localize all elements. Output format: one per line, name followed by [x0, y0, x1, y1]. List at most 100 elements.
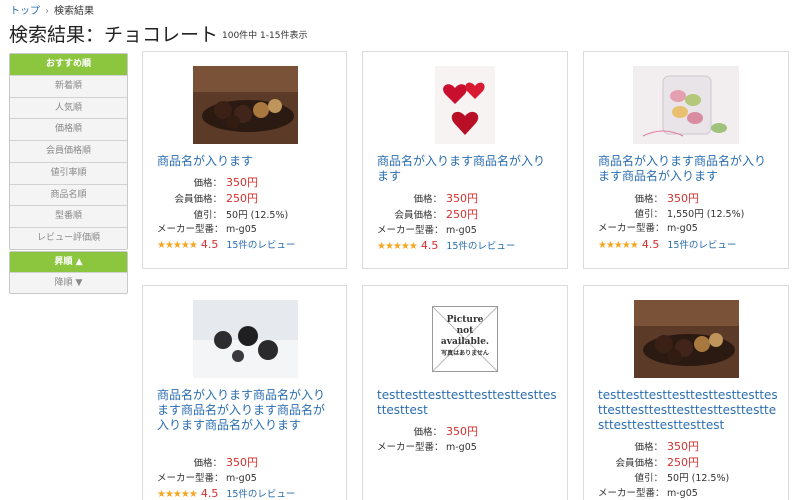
sort-option-newest[interactable]: 新着順 — [10, 75, 127, 98]
maker-row: メーカー型番： m-g05 — [598, 220, 698, 234]
review-count-link[interactable]: 15件のレビュー — [226, 240, 295, 251]
sort-option-discount-rate[interactable]: 値引率順 — [10, 162, 127, 185]
price-label: 価格： — [413, 427, 442, 438]
rating-row: ★★★★★ 4.5 15件のレビュー — [157, 237, 295, 251]
product-name-link[interactable]: 商品名が入ります商品名が入ります商品名が入ります — [598, 154, 776, 184]
chocolate-truffles-image[interactable] — [634, 300, 739, 378]
product-card[interactable]: 商品名が入ります商品名が入ります 価格： 350円 会員価格： 250円 メーカー型… — [362, 51, 568, 269]
discount-label: 値引： — [193, 210, 222, 221]
price-value: 350円 — [226, 176, 258, 189]
price-value: 350円 — [667, 192, 699, 205]
macarons-jar-image[interactable] — [633, 66, 739, 144]
product-card[interactable]: testtesttesttesttesttesttesttesttesttest… — [583, 285, 789, 500]
member-price-label: 会員価格： — [615, 458, 663, 469]
sort-option-review-rating[interactable]: レビュー評価順 — [10, 228, 127, 249]
maker-label: メーカー型番： — [157, 473, 224, 484]
rating-value: 4.5 — [200, 238, 219, 251]
member-price-row: 会員価格： 250円 — [377, 206, 478, 222]
maker-label: メーカー型番： — [157, 224, 224, 235]
breadcrumb-current: 検索結果 — [54, 6, 94, 17]
product-card[interactable]: 商品名が入ります商品名が入ります商品名が入ります商品名が入ります商品名が入ります… — [142, 285, 347, 500]
product-name-link[interactable]: 商品名が入ります — [157, 154, 335, 169]
discount-label: 値引： — [634, 473, 663, 484]
price-row: 価格： 350円 — [377, 190, 478, 206]
review-count-link[interactable]: 15件のレビュー — [667, 240, 736, 251]
sort-menu: おすすめ順 新着順 人気順 価格順 会員価格順 値引率順 商品名順 型番順 レビ… — [9, 53, 128, 250]
product-name-link[interactable]: 商品名が入ります商品名が入ります商品名が入ります商品名が入ります商品名が入ります — [157, 388, 335, 433]
chocolate-truffles-image[interactable] — [193, 66, 298, 144]
maker-row: メーカー型番： m-g05 — [377, 439, 477, 453]
price-label: 価格： — [193, 458, 222, 469]
star-rating-icon: ★★★★★ — [157, 489, 198, 500]
breadcrumb-separator: › — [45, 6, 49, 17]
member-price-value: 250円 — [667, 456, 699, 469]
order-ascending[interactable]: 昇順 ▲ — [10, 252, 127, 273]
discount-row: 値引： 50円 (12.5%) — [598, 470, 729, 484]
rating-row: ★★★★★ 4.5 15件のレビュー — [598, 237, 736, 251]
discount-row: 値引： 50円 (12.5%) — [157, 207, 288, 221]
discount-value: 50円 (12.5%) — [226, 210, 289, 221]
rating-row: ★★★★★ 4.5 15件のレビュー — [157, 486, 295, 500]
sort-option-price[interactable]: 価格順 — [10, 119, 127, 141]
maker-value: m-g05 — [667, 223, 698, 234]
member-price-label: 会員価格： — [394, 210, 442, 221]
product-name-link[interactable]: testtesttesttesttesttesttesttesttesttest… — [598, 388, 778, 433]
member-price-row: 会員価格： 250円 — [598, 454, 699, 470]
star-rating-icon: ★★★★★ — [598, 240, 639, 251]
sort-option-product-name[interactable]: 商品名順 — [10, 184, 127, 207]
discount-row: 値引： 1,550円 (12.5%) — [598, 206, 744, 220]
product-card[interactable]: 商品名が入ります 価格： 350円 会員価格： 250円 値引： 50円 (12.5%… — [142, 51, 347, 269]
breadcrumb-home-link[interactable]: トップ — [10, 6, 40, 17]
discount-value: 50円 (12.5%) — [667, 473, 730, 484]
star-rating-icon: ★★★★★ — [377, 241, 418, 252]
order-descending[interactable]: 降順 ▼ — [10, 273, 127, 293]
sort-option-member-price[interactable]: 会員価格順 — [10, 141, 127, 163]
placeholder-line: not — [456, 326, 474, 336]
discount-label: 値引： — [634, 209, 663, 220]
price-row: 価格： 350円 — [377, 423, 478, 439]
maker-value: m-g05 — [226, 224, 257, 235]
maker-value: m-g05 — [446, 442, 477, 453]
maker-row: メーカー型番： m-g05 — [598, 485, 698, 499]
price-value: 350円 — [226, 456, 258, 469]
member-price-label: 会員価格： — [174, 194, 222, 205]
product-name-link[interactable]: 商品名が入ります商品名が入ります — [377, 154, 555, 184]
product-card[interactable]: Picture not available. 写真はありません testtest… — [362, 285, 568, 500]
maker-label: メーカー型番： — [377, 442, 444, 453]
price-value: 350円 — [446, 192, 478, 205]
member-price-value: 250円 — [446, 208, 478, 221]
discount-value: 1,550円 (12.5%) — [667, 209, 745, 220]
price-label: 価格： — [193, 178, 222, 189]
no-image-placeholder[interactable]: Picture not available. 写真はありません — [432, 306, 498, 372]
maker-label: メーカー型番： — [598, 223, 665, 234]
maker-value: m-g05 — [667, 488, 698, 499]
maker-row: メーカー型番： m-g05 — [157, 470, 257, 484]
result-count: 100件中 1-15件表示 — [222, 31, 308, 41]
rating-value: 4.5 — [641, 238, 660, 251]
price-value: 350円 — [667, 440, 699, 453]
rating-value: 4.5 — [200, 487, 219, 500]
member-price-value: 250円 — [226, 192, 258, 205]
price-value: 350円 — [446, 425, 478, 438]
review-count-link[interactable]: 15件のレビュー — [446, 241, 515, 252]
price-label: 価格： — [413, 194, 442, 205]
review-count-link[interactable]: 15件のレビュー — [226, 489, 295, 500]
maker-label: メーカー型番： — [598, 488, 665, 499]
rating-row: ★★★★★ 4.5 15件のレビュー — [377, 238, 515, 252]
rating-value: 4.5 — [420, 239, 439, 252]
order-menu: 昇順 ▲ 降順 ▼ — [9, 251, 128, 294]
red-heart-chocolates-image[interactable] — [435, 66, 495, 144]
sort-option-popular[interactable]: 人気順 — [10, 97, 127, 120]
maker-row: メーカー型番： m-g05 — [377, 222, 477, 236]
price-row: 価格： 350円 — [157, 174, 258, 190]
placeholder-line: Picture — [446, 315, 484, 325]
price-label: 価格： — [634, 194, 663, 205]
sort-option-model-number[interactable]: 型番順 — [10, 206, 127, 228]
product-card[interactable]: 商品名が入ります商品名が入ります商品名が入ります 価格： 350円 値引： 1,55… — [583, 51, 789, 269]
product-name-link[interactable]: testtesttesttesttesttesttesttesttesttest — [377, 388, 557, 418]
placeholder-text: Picture not available. 写真はありません — [433, 315, 497, 359]
chocolates-on-sugar-image[interactable] — [193, 300, 298, 378]
page-title: 検索結果：チョコレート — [9, 24, 219, 46]
price-row: 価格： 350円 — [598, 190, 699, 206]
sort-option-recommended[interactable]: おすすめ順 — [10, 54, 127, 76]
